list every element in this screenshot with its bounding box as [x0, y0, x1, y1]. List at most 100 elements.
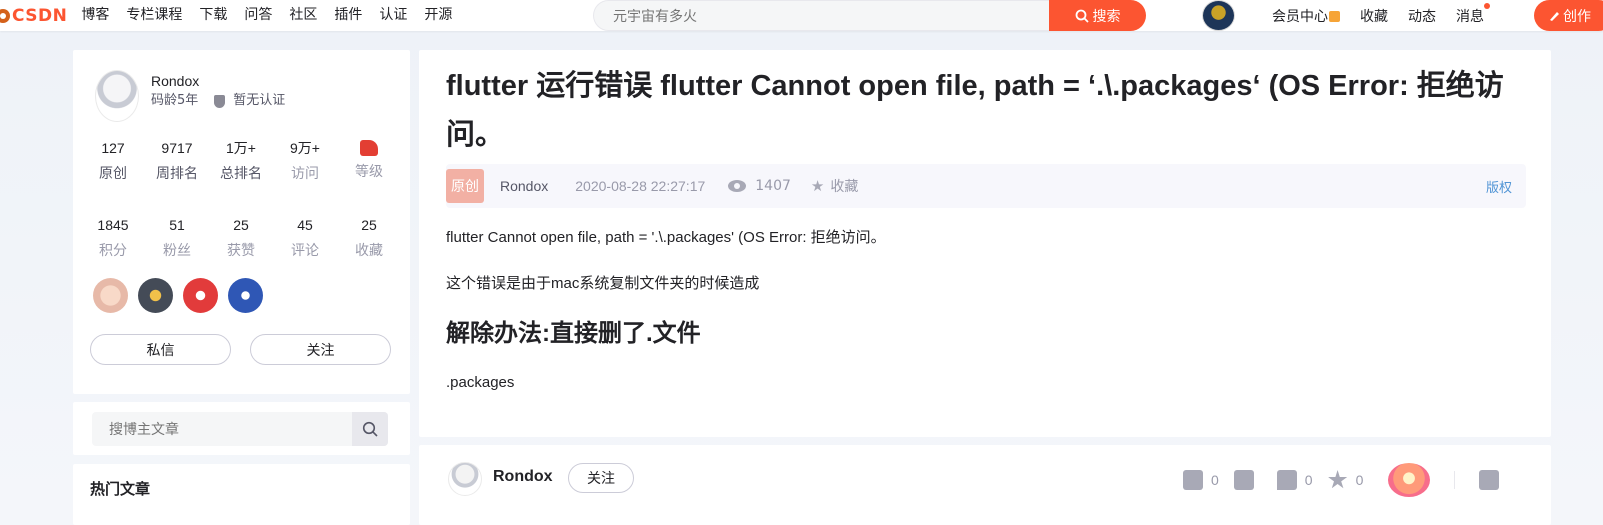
follow-button[interactable]: 关注	[250, 334, 391, 365]
top-navbar: CSDN 博客 专栏课程 下载 问答 社区 插件 认证 开源 搜索 会员中心 收…	[0, 0, 1603, 31]
stat-num: 1845	[97, 217, 129, 233]
vip-center-link[interactable]: 会员中心	[1272, 6, 1340, 26]
badge-list	[93, 278, 263, 313]
messages-label: 消息	[1456, 8, 1484, 25]
author-name[interactable]: Rondox	[493, 468, 553, 486]
csdn-logo[interactable]: CSDN	[0, 0, 67, 31]
gift-icon	[1329, 10, 1340, 22]
stats-row-2: 1845 积分 51 粉丝 25 获赞 45 评论 25 收藏	[81, 215, 401, 261]
monkey-badge-icon[interactable]	[93, 278, 128, 313]
pen-icon	[1550, 12, 1559, 21]
nav-item-blog[interactable]: 博客	[81, 0, 109, 31]
collect-count: 0	[1355, 472, 1364, 488]
nav-item-courses[interactable]: 专栏课程	[126, 0, 182, 31]
activity-link[interactable]: 动态	[1408, 6, 1436, 26]
article-paragraph-1: flutter Cannot open file, path = '.\.pac…	[446, 229, 886, 246]
coin-badge-icon[interactable]	[138, 278, 173, 313]
search-button-label: 搜索	[1092, 7, 1121, 24]
thumbs-up-icon	[1183, 470, 1203, 490]
stat-visits: 9万+ 访问	[273, 138, 337, 184]
private-message-button[interactable]: 私信	[90, 334, 231, 365]
comment-icon	[1276, 470, 1297, 490]
stat-num: 127	[101, 140, 125, 156]
stat-total-rank[interactable]: 1万+ 总排名	[209, 138, 273, 184]
hot-articles-title: 热门文章	[90, 480, 151, 498]
stat-num: 1万+	[226, 140, 256, 156]
stat-num: 51	[169, 217, 185, 233]
stat-comments: 45 评论	[273, 215, 337, 261]
like-button[interactable]: 0	[1183, 470, 1219, 490]
logo-text: CSDN	[12, 5, 68, 26]
profile-cert: 暂无认证	[233, 93, 286, 108]
logo-icon	[0, 8, 10, 23]
stats-row-1: 127 原创 9717 周排名 1万+ 总排名 9万+ 访问 等级	[81, 138, 401, 184]
stat-week-rank[interactable]: 9717 周排名	[145, 138, 209, 184]
profile-avatar[interactable]	[95, 70, 139, 122]
stat-num: 9万+	[290, 140, 320, 156]
stat-label: 评论	[291, 243, 319, 259]
dislike-button[interactable]	[1233, 470, 1262, 490]
original-tag: 原创	[446, 169, 484, 203]
profile-info: Rondox 码龄5年 暂无认证	[151, 70, 285, 122]
blog-search-card	[73, 402, 410, 455]
article-paragraph-3: .packages	[446, 374, 515, 391]
like-count: 0	[1211, 472, 1219, 488]
meta-author[interactable]: Rondox	[500, 178, 548, 194]
search-input[interactable]	[593, 0, 1049, 31]
nav-item-plugins[interactable]: 插件	[334, 0, 362, 31]
nav-item-community[interactable]: 社区	[289, 0, 317, 31]
stat-num: 25	[233, 217, 249, 233]
star-icon: ★	[810, 177, 825, 195]
search-icon	[362, 421, 378, 437]
nav-item-certification[interactable]: 认证	[379, 0, 407, 31]
nav-item-download[interactable]: 下载	[199, 0, 227, 31]
stat-likes: 25 获赞	[209, 215, 273, 261]
toolbar-follow-button[interactable]: 关注	[568, 463, 634, 493]
comment-button[interactable]: 0	[1276, 470, 1313, 490]
collect-button[interactable]: 0	[1327, 470, 1364, 490]
nav-item-opensource[interactable]: 开源	[424, 0, 452, 31]
stat-level[interactable]: 等级	[337, 138, 401, 184]
article-heading: 解除办法:直接删了.文件	[446, 320, 701, 347]
favorites-link[interactable]: 收藏	[1360, 6, 1388, 26]
blog-search-button[interactable]	[352, 412, 388, 446]
stat-originals[interactable]: 127 原创	[81, 138, 145, 184]
collect-link[interactable]: 收藏	[830, 176, 858, 196]
main-nav: 博客 专栏课程 下载 问答 社区 插件 认证 开源	[81, 0, 469, 31]
article-paragraph-2: 这个错误是由于mac系统复制文件夹的时候造成	[446, 275, 760, 292]
reward-icon[interactable]	[1388, 463, 1431, 497]
article-toolbar: Rondox 关注 0 0 0	[419, 445, 1551, 525]
divider	[1454, 471, 1456, 489]
article-card: flutter 运行错误 flutter Cannot open file, p…	[419, 50, 1551, 437]
stat-num: 9717	[161, 140, 193, 156]
vip-center-label: 会员中心	[1272, 8, 1328, 25]
profile-name[interactable]: Rondox	[151, 71, 285, 91]
toolbar-actions: 0 0 0	[1183, 463, 1500, 497]
rocket-badge-icon[interactable]	[228, 278, 263, 313]
blog-search-input[interactable]	[92, 421, 352, 437]
stat-fans: 51 粉丝	[145, 215, 209, 261]
profile-header: Rondox 码龄5年 暂无认证	[95, 70, 285, 122]
share-icon[interactable]	[1479, 470, 1500, 490]
stat-label: 收藏	[355, 243, 383, 259]
article-meta-bar: 原创 Rondox 2020-08-28 22:27:17 1407 ★ 收藏 …	[446, 164, 1526, 208]
create-button-label: 创作	[1563, 8, 1591, 25]
stat-label: 总排名	[220, 166, 262, 182]
stat-num: 25	[361, 217, 377, 233]
messages-link[interactable]: 消息	[1456, 2, 1490, 26]
global-search: 搜索	[593, 0, 1146, 31]
eye-icon	[728, 180, 747, 192]
nav-item-qa[interactable]: 问答	[244, 0, 272, 31]
stat-label: 积分	[99, 243, 127, 259]
stat-label: 等级	[355, 164, 383, 180]
author-avatar[interactable]	[448, 462, 482, 496]
copyright-link[interactable]: 版权	[1486, 177, 1512, 196]
stat-label: 原创	[99, 166, 127, 182]
pen-badge-icon[interactable]	[183, 278, 218, 313]
search-button[interactable]: 搜索	[1049, 0, 1146, 31]
blog-search	[92, 412, 388, 446]
level-icon	[360, 140, 378, 156]
create-button[interactable]: 创作	[1534, 0, 1603, 31]
user-avatar[interactable]	[1202, 0, 1235, 31]
profile-meta: 码龄5年 暂无认证	[151, 91, 285, 111]
